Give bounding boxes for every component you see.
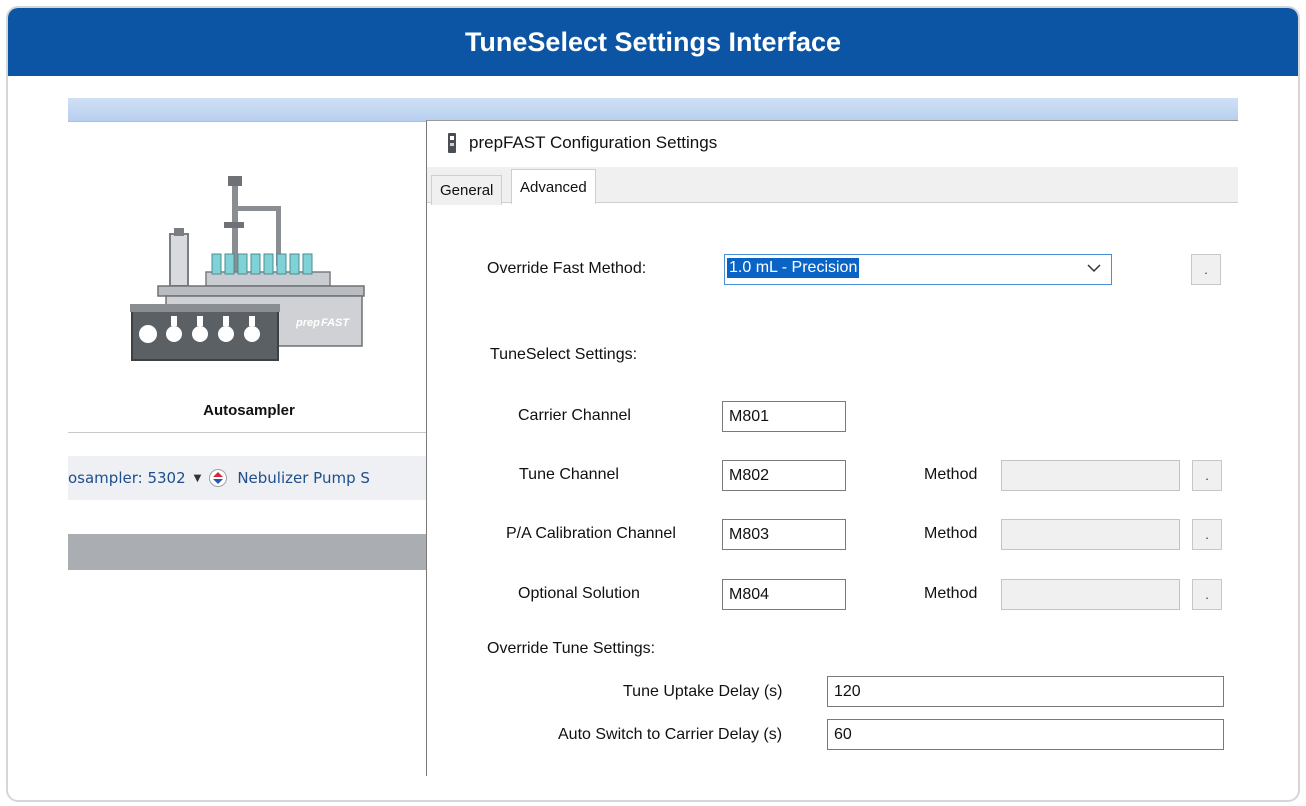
- chevron-down-icon: [1087, 264, 1101, 273]
- application-screenshot: prep FAST Autosampler osampler: 5302 ▼ N…: [68, 98, 1238, 776]
- optional-solution-label: Optional Solution: [518, 585, 640, 602]
- tuneselect-heading: TuneSelect Settings:: [490, 346, 638, 363]
- override-tune-heading: Override Tune Settings:: [487, 640, 656, 657]
- override-fast-method-value: 1.0 mL - Precision: [727, 258, 860, 278]
- dialog-title: prepFAST Configuration Settings: [469, 133, 718, 152]
- tab-advanced[interactable]: Advanced: [511, 169, 596, 204]
- device-label: Autosampler: [203, 402, 295, 419]
- auto-switch-delay-label: Auto Switch to Carrier Delay (s): [558, 726, 783, 743]
- override-fast-method-label: Override Fast Method:: [487, 260, 647, 277]
- pa-calibration-channel-input[interactable]: M803: [722, 519, 846, 550]
- optional-method-label: Method: [924, 585, 978, 602]
- prepfast-app-icon: [448, 133, 456, 153]
- autosampler-pane: prep FAST Autosampler osampler: 5302 ▼ N…: [68, 122, 430, 776]
- auto-switch-delay-input[interactable]: 60: [827, 719, 1224, 750]
- screenshot-frame: TuneSelect Settings Interface prep FAST …: [6, 6, 1300, 802]
- ribbon-strip: [68, 98, 1238, 122]
- dialog-titlebar: prepFAST Configuration Settings: [427, 121, 1238, 165]
- carrier-channel-input[interactable]: M801: [722, 401, 846, 432]
- tab-general[interactable]: General: [431, 175, 503, 205]
- svg-text:prep: prep: [295, 317, 320, 329]
- pa-method-input: [1001, 519, 1180, 550]
- tune-method-label: Method: [924, 466, 978, 483]
- tune-channel-input[interactable]: M802: [722, 460, 846, 491]
- tune-channel-label: Tune Channel: [519, 466, 619, 483]
- override-fast-method-select[interactable]: 1.0 mL - Precision: [724, 254, 1112, 285]
- tab-bar: General Advanced: [427, 167, 1238, 205]
- configuration-dialog: prepFAST Configuration Settings General …: [426, 120, 1238, 776]
- gray-toolbar: [68, 534, 430, 570]
- tune-method-browse-button[interactable]: .: [1192, 460, 1222, 491]
- dropdown-arrow-icon[interactable]: ▼: [194, 473, 202, 484]
- tune-uptake-delay-label: Tune Uptake Delay (s): [623, 683, 783, 700]
- carrier-channel-label: Carrier Channel: [518, 407, 631, 424]
- pa-method-browse-button[interactable]: .: [1192, 519, 1222, 550]
- optional-method-browse-button[interactable]: .: [1192, 579, 1222, 610]
- svg-text:FAST: FAST: [321, 317, 350, 329]
- override-fast-method-browse-button[interactable]: .: [1191, 254, 1221, 285]
- spinner-updown-icon[interactable]: [209, 469, 228, 487]
- nebulizer-status-text[interactable]: Nebulizer Pump S: [237, 469, 370, 487]
- pa-method-label: Method: [924, 525, 978, 542]
- pa-calibration-channel-label: P/A Calibration Channel: [506, 525, 676, 542]
- banner-title: TuneSelect Settings Interface: [8, 8, 1298, 76]
- tune-method-input: [1001, 460, 1180, 491]
- status-bar: osampler: 5302 ▼ Nebulizer Pump S: [68, 456, 430, 500]
- tune-uptake-delay-input[interactable]: 120: [827, 676, 1224, 707]
- optional-method-input: [1001, 579, 1180, 610]
- divider: [68, 432, 430, 433]
- autosampler-status-text[interactable]: osampler: 5302: [68, 469, 186, 487]
- autosampler-device-icon: prep FAST: [130, 176, 365, 361]
- optional-solution-input[interactable]: M804: [722, 579, 846, 610]
